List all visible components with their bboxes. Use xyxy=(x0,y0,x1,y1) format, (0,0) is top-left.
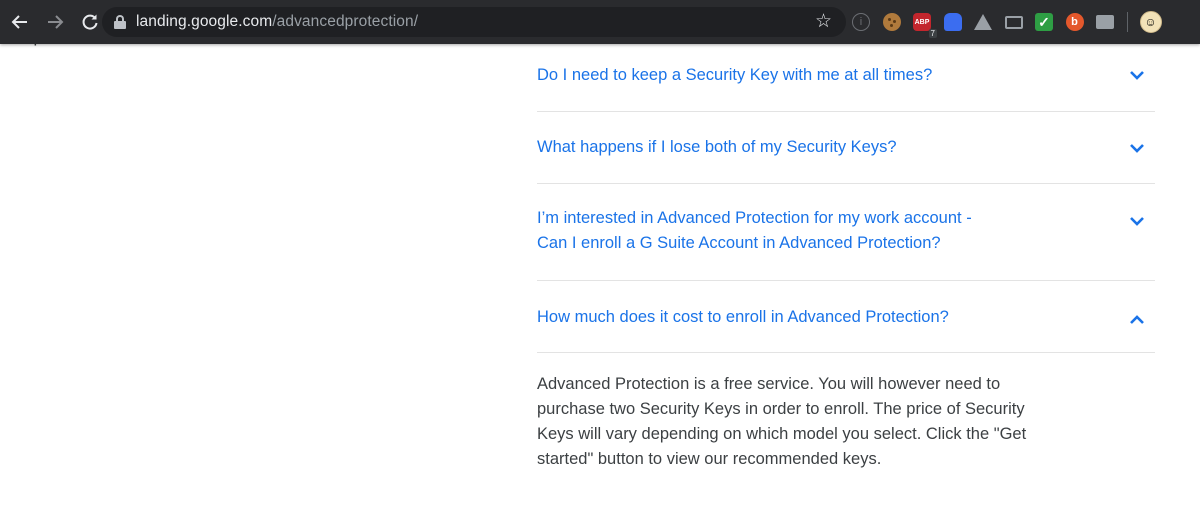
faq-question-line: I’m interested in Advanced Protection fo… xyxy=(537,209,972,227)
faq-question[interactable]: How much does it cost to enroll in Advan… xyxy=(537,305,1019,330)
forward-arrow-icon xyxy=(48,15,64,29)
url-path: /advancedprotection/ xyxy=(272,13,419,30)
faq-question[interactable]: Do I need to keep a Security Key with me… xyxy=(537,63,1002,88)
faq-accordion: Do I need to keep a Security Key with me… xyxy=(537,40,1155,472)
toolbar-divider xyxy=(1126,12,1128,32)
faq-item[interactable]: What happens if I lose both of my Securi… xyxy=(537,112,1155,184)
faq-answer: Advanced Protection is a free service. Y… xyxy=(537,375,1027,468)
chevron-down-icon[interactable] xyxy=(1129,143,1144,157)
chevron-down-icon[interactable] xyxy=(1129,70,1144,84)
url-text[interactable]: landing.google.com/advancedprotection/ xyxy=(136,13,418,31)
faq-item[interactable]: Do I need to keep a Security Key with me… xyxy=(537,40,1155,112)
bookmark-star-icon[interactable]: ☆ xyxy=(815,10,832,33)
cookie-icon[interactable] xyxy=(882,13,901,31)
info-icon[interactable]: i xyxy=(852,13,870,31)
lock-icon xyxy=(114,15,126,29)
chevron-down-icon[interactable] xyxy=(1129,216,1144,230)
faq-question[interactable]: I’m interested in Advanced Protection fo… xyxy=(537,206,1042,256)
cast-icon[interactable] xyxy=(1004,15,1023,29)
faq-question[interactable]: What happens if I lose both of my Securi… xyxy=(537,135,967,160)
adblock-icon[interactable]: ABP 7 xyxy=(913,13,937,38)
faq-question-line: Can I enroll a G Suite Account in Advanc… xyxy=(537,234,941,252)
check-icon[interactable]: ✓ xyxy=(1035,13,1053,31)
ghost-icon[interactable] xyxy=(943,13,962,31)
profile-avatar[interactable]: ☺ xyxy=(1139,11,1162,33)
browser-toolbar: landing.google.com/advancedprotection/ ☆… xyxy=(0,0,1200,44)
forward-button[interactable] xyxy=(39,6,71,38)
back-button[interactable] xyxy=(4,6,36,38)
adblock-badge: 7 xyxy=(928,29,937,38)
address-bar[interactable]: landing.google.com/advancedprotection/ ☆ xyxy=(102,7,846,37)
bitly-icon[interactable]: b xyxy=(1065,13,1084,31)
reload-icon xyxy=(82,14,98,30)
screenshot-icon[interactable] xyxy=(1096,15,1114,29)
chevron-up-icon[interactable] xyxy=(1129,313,1144,327)
faq-item[interactable]: I’m interested in Advanced Protection fo… xyxy=(537,184,1155,281)
drive-icon[interactable] xyxy=(974,14,992,30)
faq-item-expanded[interactable]: How much does it cost to enroll in Advan… xyxy=(537,281,1155,353)
extensions-bar: i ABP 7 ✓ b ☺ xyxy=(852,9,1162,38)
back-arrow-icon xyxy=(11,15,27,29)
url-host: landing.google.com xyxy=(136,13,273,30)
